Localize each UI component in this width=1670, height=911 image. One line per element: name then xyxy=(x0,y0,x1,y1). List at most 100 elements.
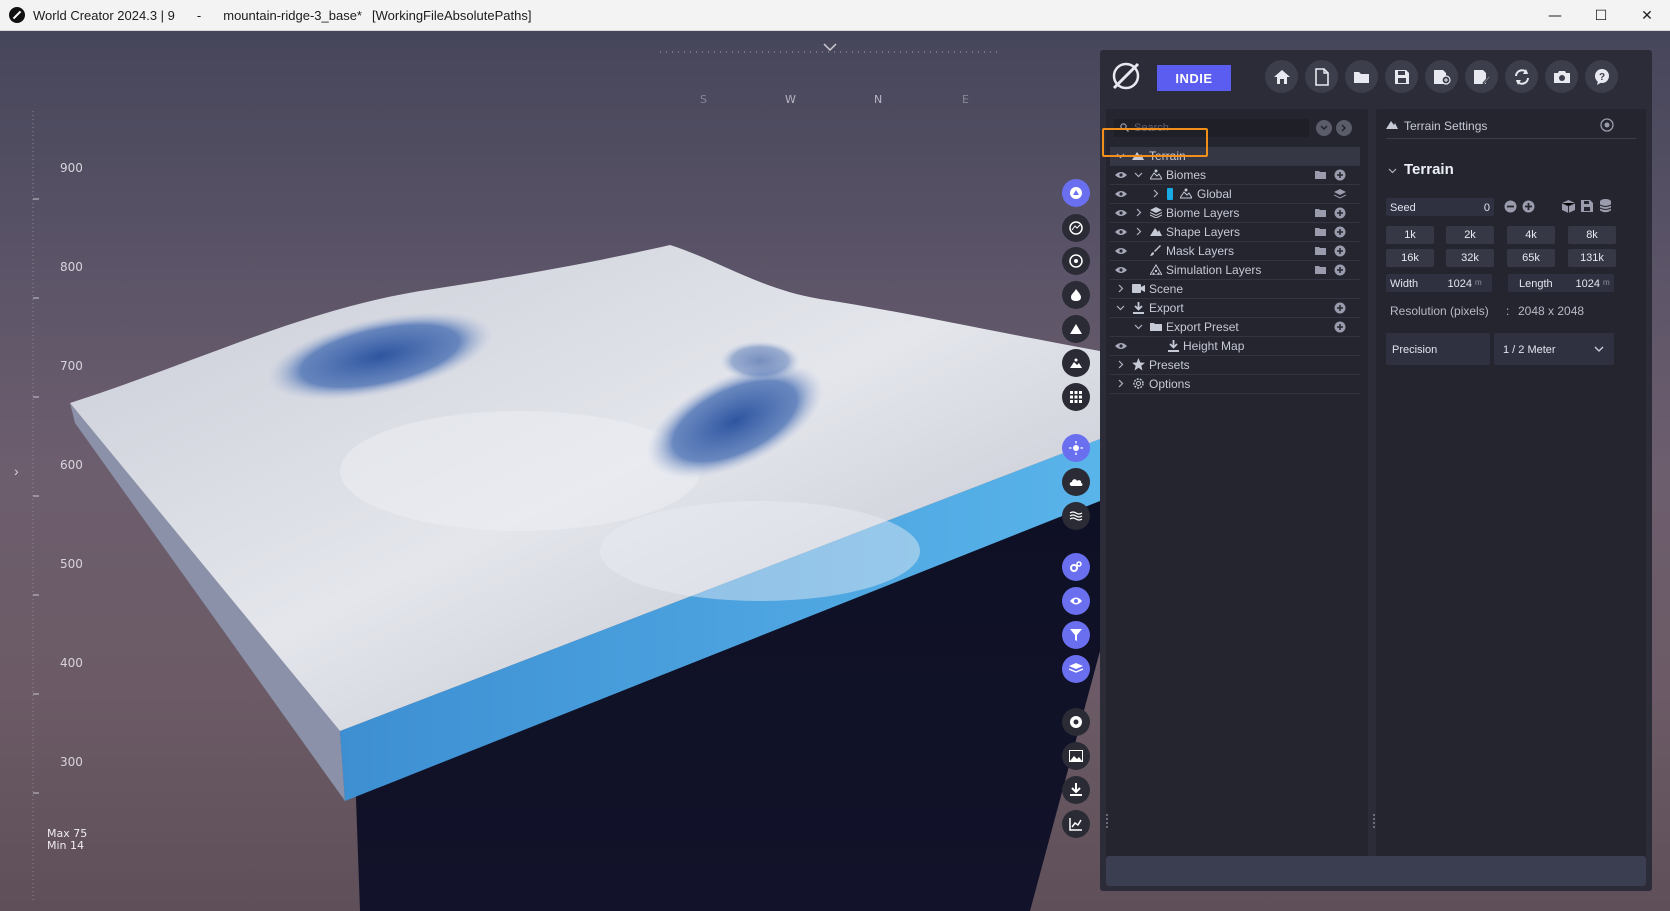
tree-item-options[interactable]: Options xyxy=(1110,375,1360,394)
tree-item-simulation-layers[interactable]: Simulation Layers xyxy=(1110,261,1360,280)
chevron-down-icon[interactable] xyxy=(1388,168,1397,174)
res-button-65k[interactable]: 65k xyxy=(1507,249,1555,267)
sphere-view-icon[interactable] xyxy=(1062,247,1090,275)
app-logo-icon xyxy=(9,7,25,23)
new-file-icon[interactable] xyxy=(1305,60,1338,93)
expand-left-arrow[interactable]: › xyxy=(14,463,19,479)
tree-item-biome-layers[interactable]: Biome Layers xyxy=(1110,204,1360,223)
folder-icon[interactable] xyxy=(1315,246,1326,255)
view-mode-icon[interactable] xyxy=(1062,179,1090,207)
visibility-eye-icon[interactable] xyxy=(1062,587,1090,615)
maximize-button[interactable]: ☐ xyxy=(1578,0,1624,31)
chevron-right-icon[interactable] xyxy=(1118,379,1124,388)
settings-gears-icon[interactable] xyxy=(1062,553,1090,581)
chevron-right-icon[interactable] xyxy=(1153,189,1159,198)
search-input[interactable]: Search xyxy=(1114,119,1309,137)
decrement-icon[interactable] xyxy=(1504,200,1517,213)
grid-icon[interactable] xyxy=(1062,383,1090,411)
image-icon[interactable] xyxy=(1062,742,1090,770)
eye-icon[interactable] xyxy=(1115,342,1127,350)
refresh-icon[interactable] xyxy=(1505,60,1538,93)
tree-item-mask-layers[interactable]: Mask Layers xyxy=(1110,242,1360,261)
add-icon[interactable] xyxy=(1334,226,1346,238)
chevron-down-icon[interactable] xyxy=(1594,346,1604,352)
water-waves-icon[interactable] xyxy=(1062,502,1090,530)
tree-item-shape-layers[interactable]: Shape Layers xyxy=(1110,223,1360,242)
scene-tree-panel: Search Terrain Biomes Global Biome Layer… xyxy=(1106,109,1368,866)
save-add-icon[interactable] xyxy=(1425,60,1458,93)
home-icon[interactable] xyxy=(1265,60,1298,93)
eye-icon[interactable] xyxy=(1115,171,1127,179)
help-chat-icon[interactable]: ? xyxy=(1585,60,1618,93)
eye-icon[interactable] xyxy=(1115,266,1127,274)
tree-label-mask-layers: Mask Layers xyxy=(1166,244,1235,258)
chevron-down-icon[interactable] xyxy=(1116,305,1125,311)
folder-icon[interactable] xyxy=(1315,227,1326,236)
res-button-32k[interactable]: 32k xyxy=(1446,249,1494,267)
mountain-icon[interactable] xyxy=(1062,315,1090,343)
download-icon[interactable] xyxy=(1062,776,1090,804)
expand-arrow-icon[interactable] xyxy=(1336,120,1352,136)
res-button-2k[interactable]: 2k xyxy=(1446,226,1494,244)
chevron-right-icon[interactable] xyxy=(1136,208,1142,217)
chevron-right-icon[interactable] xyxy=(1118,360,1124,369)
fire-icon[interactable] xyxy=(1062,281,1090,309)
dice-icon[interactable] xyxy=(1562,200,1575,213)
camera-icon[interactable] xyxy=(1545,60,1578,93)
resize-handle[interactable] xyxy=(1106,814,1109,828)
res-button-131k[interactable]: 131k xyxy=(1568,249,1616,267)
save-icon[interactable] xyxy=(1385,60,1418,93)
folder-icon xyxy=(1150,323,1162,331)
statistics-icon[interactable] xyxy=(1062,810,1090,838)
tree-item-export-preset[interactable]: Export Preset xyxy=(1110,318,1360,337)
res-button-1k[interactable]: 1k xyxy=(1386,226,1434,244)
info-icon[interactable] xyxy=(1600,118,1614,132)
chevron-down-icon[interactable] xyxy=(1116,153,1125,159)
resize-handle[interactable] xyxy=(1373,814,1376,828)
collapse-all-icon[interactable] xyxy=(1316,120,1332,136)
eye-icon[interactable] xyxy=(1115,228,1127,236)
layers-icon[interactable] xyxy=(1062,655,1090,683)
sun-settings-icon[interactable] xyxy=(1062,434,1090,462)
tree-item-global[interactable]: Global xyxy=(1110,185,1360,204)
seed-label: Seed xyxy=(1390,202,1416,214)
chevron-down-icon[interactable] xyxy=(1134,172,1143,178)
add-icon[interactable] xyxy=(1334,264,1346,276)
res-button-4k[interactable]: 4k xyxy=(1507,226,1555,244)
add-icon[interactable] xyxy=(1334,169,1346,181)
tree-item-biomes[interactable]: Biomes xyxy=(1110,166,1360,185)
res-button-8k[interactable]: 8k xyxy=(1568,226,1616,244)
terrain-sun-icon[interactable] xyxy=(1062,349,1090,377)
eye-icon[interactable] xyxy=(1115,209,1127,217)
minimize-button[interactable]: — xyxy=(1532,0,1578,31)
filter-icon[interactable] xyxy=(1062,621,1090,649)
chevron-right-icon[interactable] xyxy=(1118,284,1124,293)
save-seed-icon[interactable] xyxy=(1581,200,1593,212)
record-icon[interactable] xyxy=(1062,708,1090,736)
chevron-down-icon[interactable] xyxy=(1134,324,1143,330)
folder-icon[interactable] xyxy=(1315,265,1326,274)
increment-icon[interactable] xyxy=(1522,200,1535,213)
close-button[interactable]: ✕ xyxy=(1624,0,1670,31)
tree-item-presets[interactable]: Presets xyxy=(1110,356,1360,375)
database-icon[interactable] xyxy=(1600,199,1611,213)
eye-icon[interactable] xyxy=(1115,190,1127,198)
eye-icon[interactable] xyxy=(1115,247,1127,255)
tree-item-export[interactable]: Export xyxy=(1110,299,1360,318)
chevron-right-icon[interactable] xyxy=(1136,227,1142,236)
tree-item-terrain[interactable]: Terrain xyxy=(1110,147,1360,166)
add-icon[interactable] xyxy=(1334,302,1346,314)
folder-icon[interactable] xyxy=(1315,208,1326,217)
globe-render-icon[interactable] xyxy=(1062,214,1090,242)
add-icon[interactable] xyxy=(1334,245,1346,257)
open-folder-icon[interactable] xyxy=(1345,60,1378,93)
res-button-16k[interactable]: 16k xyxy=(1386,249,1434,267)
save-edit-icon[interactable] xyxy=(1465,60,1498,93)
layer-stack-icon[interactable] xyxy=(1334,189,1346,199)
folder-icon[interactable] xyxy=(1315,170,1326,179)
tree-item-height-map[interactable]: Height Map xyxy=(1110,337,1360,356)
tree-item-scene[interactable]: Scene xyxy=(1110,280,1360,299)
cloud-icon[interactable] xyxy=(1062,468,1090,496)
add-icon[interactable] xyxy=(1334,321,1346,333)
add-icon[interactable] xyxy=(1334,207,1346,219)
